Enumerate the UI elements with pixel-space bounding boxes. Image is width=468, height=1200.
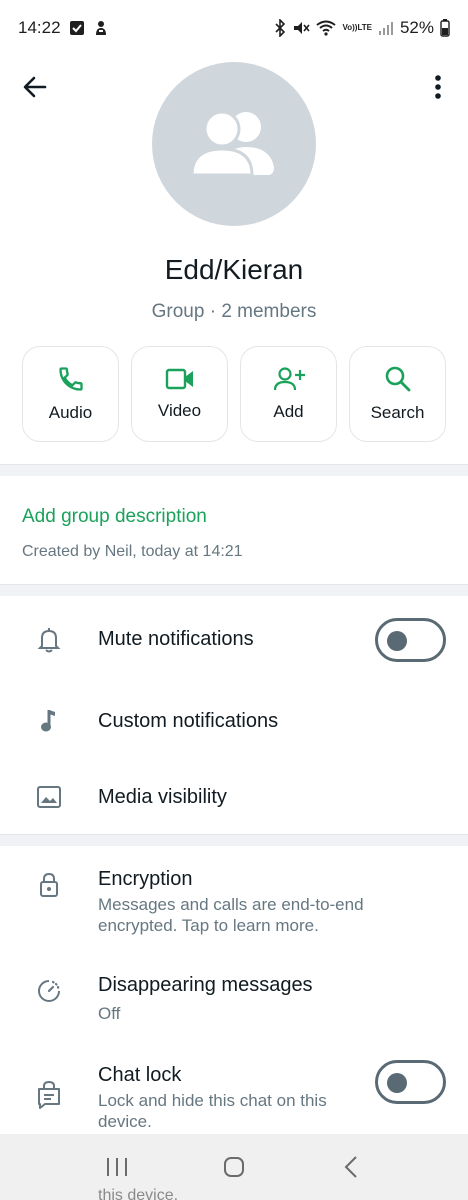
group-avatar[interactable]: [152, 62, 316, 226]
chat-lock-row[interactable]: Chat lock Lock and hide this chat on thi…: [0, 1044, 468, 1134]
video-label: Video: [157, 401, 202, 420]
bell-icon: [34, 625, 64, 655]
disappearing-messages-label: Disappearing messages: [98, 974, 313, 996]
add-member-button[interactable]: Add: [240, 346, 337, 442]
search-label: Search: [370, 403, 425, 422]
privacy-section: Encryption Messages and calls are end-to…: [0, 846, 468, 1134]
description-section: Add group description Created by Neil, t…: [0, 476, 468, 584]
back-nav-button[interactable]: [331, 1147, 371, 1187]
bluetooth-icon: [274, 19, 286, 37]
scrolled-content-peek: this device.: [98, 1187, 179, 1200]
notifications-section: Mute notifications Custom notifications …: [0, 596, 468, 834]
arrow-back-icon: [23, 76, 47, 98]
video-icon: [165, 368, 193, 390]
mute-icon: [292, 19, 311, 37]
lock-icon: [34, 870, 64, 900]
search-icon: [385, 366, 410, 392]
chat-lock-subtitle: Lock and hide this chat on this device.: [98, 1091, 327, 1131]
created-by-text: Created by Neil, today at 14:21: [22, 543, 243, 560]
chat-lock-icon: [34, 1080, 64, 1110]
encryption-row[interactable]: Encryption Messages and calls are end-to…: [0, 846, 468, 950]
battery-percent: 52%: [399, 18, 434, 37]
home-button[interactable]: [214, 1147, 254, 1187]
signal-icon: [378, 20, 394, 36]
more-options-button[interactable]: [424, 70, 452, 104]
system-navigation-bar: this device.: [0, 1134, 468, 1200]
add-group-description-link[interactable]: Add group description: [22, 506, 207, 528]
toggle-knob: [387, 631, 407, 651]
encryption-label: Encryption: [98, 868, 193, 890]
disappearing-messages-row[interactable]: Disappearing messages Off: [0, 950, 468, 1044]
back-button[interactable]: [18, 70, 52, 104]
audio-label: Audio: [48, 403, 93, 422]
image-icon: [34, 782, 64, 812]
encryption-subtitle: Messages and calls are end-to-end encryp…: [98, 895, 364, 935]
status-bar: 14:22 Vo)) LTE 52%: [0, 0, 468, 56]
more-vert-icon: [435, 75, 441, 99]
chat-lock-label: Chat lock: [98, 1064, 182, 1086]
group-name: Edd/Kieran: [164, 254, 304, 285]
toggle-knob: [387, 1073, 407, 1093]
media-visibility-label: Media visibility: [98, 786, 227, 808]
chevron-left-icon: [344, 1156, 358, 1178]
recent-apps-button[interactable]: [97, 1147, 137, 1187]
group-icon: [190, 110, 274, 177]
checkbox-notification-icon: [69, 20, 85, 36]
home-icon: [223, 1157, 244, 1177]
search-button[interactable]: Search: [349, 346, 446, 442]
quick-actions: Audio Video Add Search: [22, 346, 446, 442]
add-label: Add: [273, 402, 304, 421]
group-member-count: Group · 2 members: [151, 301, 317, 322]
recent-apps-icon: [106, 1158, 127, 1176]
disappearing-messages-status: Off: [98, 1004, 121, 1023]
mute-notifications-row[interactable]: Mute notifications: [0, 596, 468, 684]
section-divider: [0, 834, 468, 846]
group-info-header: Edd/Kieran Group · 2 members Audio Video…: [0, 56, 468, 466]
battery-icon: [440, 19, 450, 37]
section-divider: [0, 584, 468, 596]
custom-notifications-row[interactable]: Custom notifications: [0, 684, 468, 760]
add-person-icon: [273, 367, 305, 391]
status-time: 14:22: [18, 18, 61, 37]
chat-lock-toggle[interactable]: [375, 1060, 446, 1104]
section-divider: [0, 464, 468, 476]
app-notification-icon: [93, 19, 109, 37]
audio-call-button[interactable]: Audio: [22, 346, 119, 442]
phone-icon: [58, 367, 83, 391]
mute-notifications-label: Mute notifications: [98, 628, 254, 650]
video-call-button[interactable]: Video: [131, 346, 228, 442]
custom-notifications-label: Custom notifications: [98, 710, 279, 732]
volte-icon: Vo)) LTE: [342, 23, 372, 32]
timer-icon: [34, 976, 64, 1006]
wifi-icon: [316, 20, 337, 36]
mute-notifications-toggle[interactable]: [375, 618, 446, 662]
media-visibility-row[interactable]: Media visibility: [0, 760, 468, 834]
music-note-icon: [34, 706, 64, 736]
